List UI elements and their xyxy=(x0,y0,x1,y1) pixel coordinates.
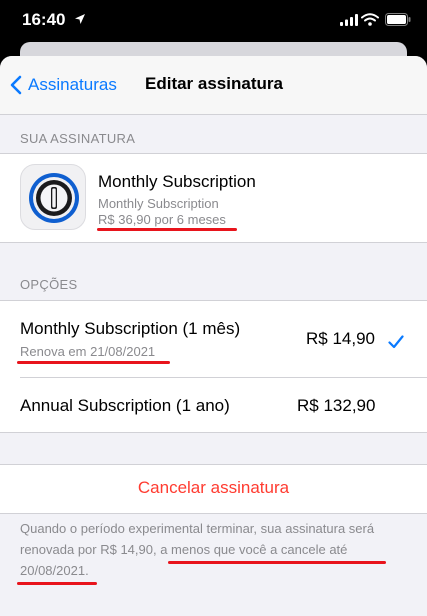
annotation-underline-cancel-until xyxy=(168,561,386,564)
annotation-underline-renewal xyxy=(17,361,170,364)
annotation-underline-date xyxy=(17,582,97,585)
option-price: R$ 132,90 xyxy=(297,396,376,415)
row-divider xyxy=(20,377,427,378)
option-annual[interactable]: Annual Subscription (1 ano) R$ 132,90 xyxy=(0,377,427,432)
section-header-options: OPÇÕES xyxy=(20,277,78,292)
signal-icon xyxy=(340,14,358,26)
cancel-subscription-label: Cancelar assinatura xyxy=(137,478,290,497)
subscription-price-line: R$ 36,90 por 6 meses xyxy=(98,212,226,227)
1password-keyhole-icon xyxy=(29,173,79,223)
options-list: Monthly Subscription (1 mês) Renova em 2… xyxy=(0,300,427,433)
app-icon xyxy=(20,164,86,230)
footer-note: Quando o período experimental terminar, … xyxy=(20,518,415,581)
footer-note-part2: a menos que você a cancele até xyxy=(160,542,348,557)
edit-subscription-sheet: Assinaturas Editar assinatura SUA ASSINA… xyxy=(0,56,427,616)
option-monthly[interactable]: Monthly Subscription (1 mês) Renova em 2… xyxy=(0,301,427,377)
option-label: Monthly Subscription (1 mês) xyxy=(20,319,241,338)
back-button[interactable]: Assinaturas xyxy=(10,70,117,100)
wifi-icon xyxy=(361,13,379,26)
location-arrow-icon xyxy=(75,14,85,24)
status-time: 16:40 xyxy=(22,10,66,29)
navigation-bar: Assinaturas Editar assinatura xyxy=(0,56,427,115)
option-renewal-date: Renova em 21/08/2021 xyxy=(20,344,156,359)
annotation-underline-price xyxy=(97,228,237,231)
option-price: R$ 14,90 xyxy=(306,329,375,348)
option-label: Annual Subscription (1 ano) xyxy=(20,396,230,415)
back-button-label: Assinaturas xyxy=(28,75,117,94)
subscription-subtitle: Monthly Subscription xyxy=(98,196,219,211)
footer-note-part3: 20/08/2021. xyxy=(20,563,89,578)
chevron-left-icon xyxy=(10,75,22,95)
page-title: Editar assinatura xyxy=(145,74,283,93)
battery-icon xyxy=(385,13,411,26)
section-header-subscription: SUA ASSINATURA xyxy=(20,131,136,146)
subscription-title: Monthly Subscription xyxy=(98,172,256,191)
cancel-subscription-button[interactable]: Cancelar assinatura xyxy=(0,464,427,514)
checkmark-icon xyxy=(388,335,404,349)
status-bar: 16:40 xyxy=(0,0,427,42)
